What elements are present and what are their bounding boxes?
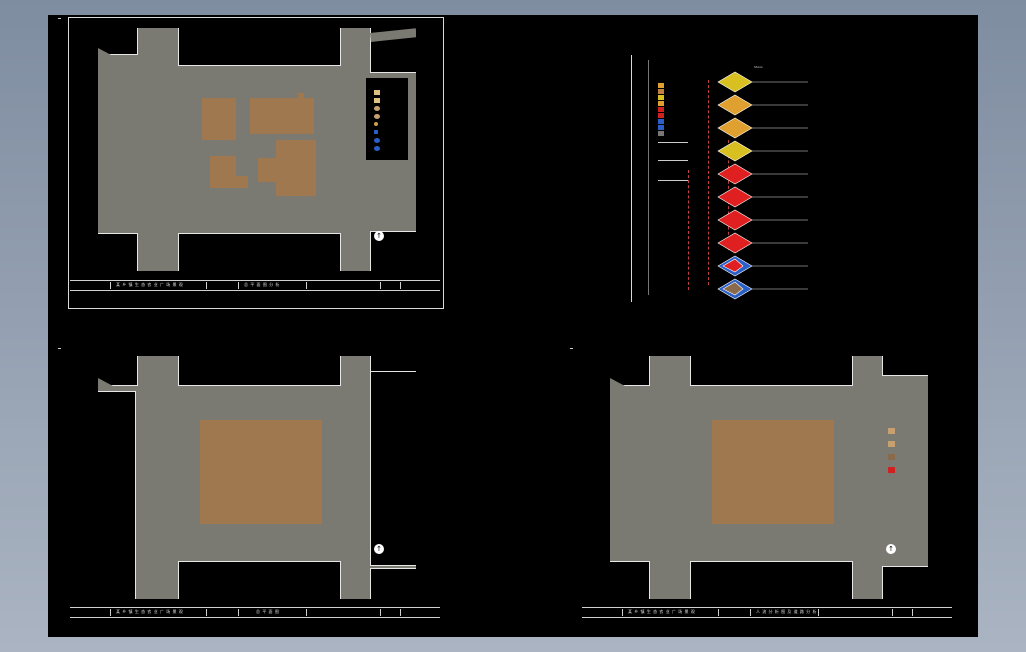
title-block-drawing: 人 流 分 析 图 及 道 路 分 析 bbox=[756, 609, 817, 614]
sheet-top-right bbox=[631, 55, 633, 302]
title-block-bottom-right: 某 乡 镇 生 态 农 业 广 场 景 观 人 流 分 析 图 及 道 路 分 … bbox=[582, 607, 952, 618]
title-block-top-left: 某 乡 镇 生 态 农 业 广 场 景 观 总 平 面 图 分 析 bbox=[70, 280, 440, 291]
title-block-bottom-left: 某 乡 镇 生 态 农 业 广 场 景 观 总 平 面 图 bbox=[70, 607, 440, 618]
site-plan-bottom-right: ↑ bbox=[610, 356, 928, 599]
title-block-drawing: 总 平 面 图 分 析 bbox=[244, 282, 280, 287]
elevation-diagram: Stairs bbox=[648, 60, 818, 300]
sheet-marker-icon bbox=[570, 348, 573, 349]
stacked-floors-graphic bbox=[717, 71, 808, 300]
north-arrow-icon: ↑ bbox=[374, 231, 384, 241]
sheet-marker-icon bbox=[58, 18, 61, 19]
title-block-project: 某 乡 镇 生 态 农 业 广 场 景 观 bbox=[628, 609, 696, 614]
site-plan-bottom-left: ↑ bbox=[98, 356, 416, 599]
sheet-marker-icon bbox=[58, 348, 61, 349]
title-block-project: 某 乡 镇 生 态 农 业 广 场 景 观 bbox=[116, 609, 184, 614]
north-arrow-icon: ↑ bbox=[374, 544, 384, 554]
title-block-project: 某 乡 镇 生 态 农 业 广 场 景 观 bbox=[116, 282, 184, 287]
title-block-drawing: 总 平 面 图 bbox=[256, 609, 280, 614]
diagram-top-label: Stairs bbox=[754, 65, 763, 69]
north-arrow-icon: ↑ bbox=[886, 544, 896, 554]
cad-drawing-canvas[interactable]: ↑ 某 乡 镇 生 态 农 业 广 场 景 观 总 平 面 图 分 析 Stai… bbox=[48, 15, 978, 637]
site-plan-top-left: ↑ bbox=[98, 28, 416, 271]
